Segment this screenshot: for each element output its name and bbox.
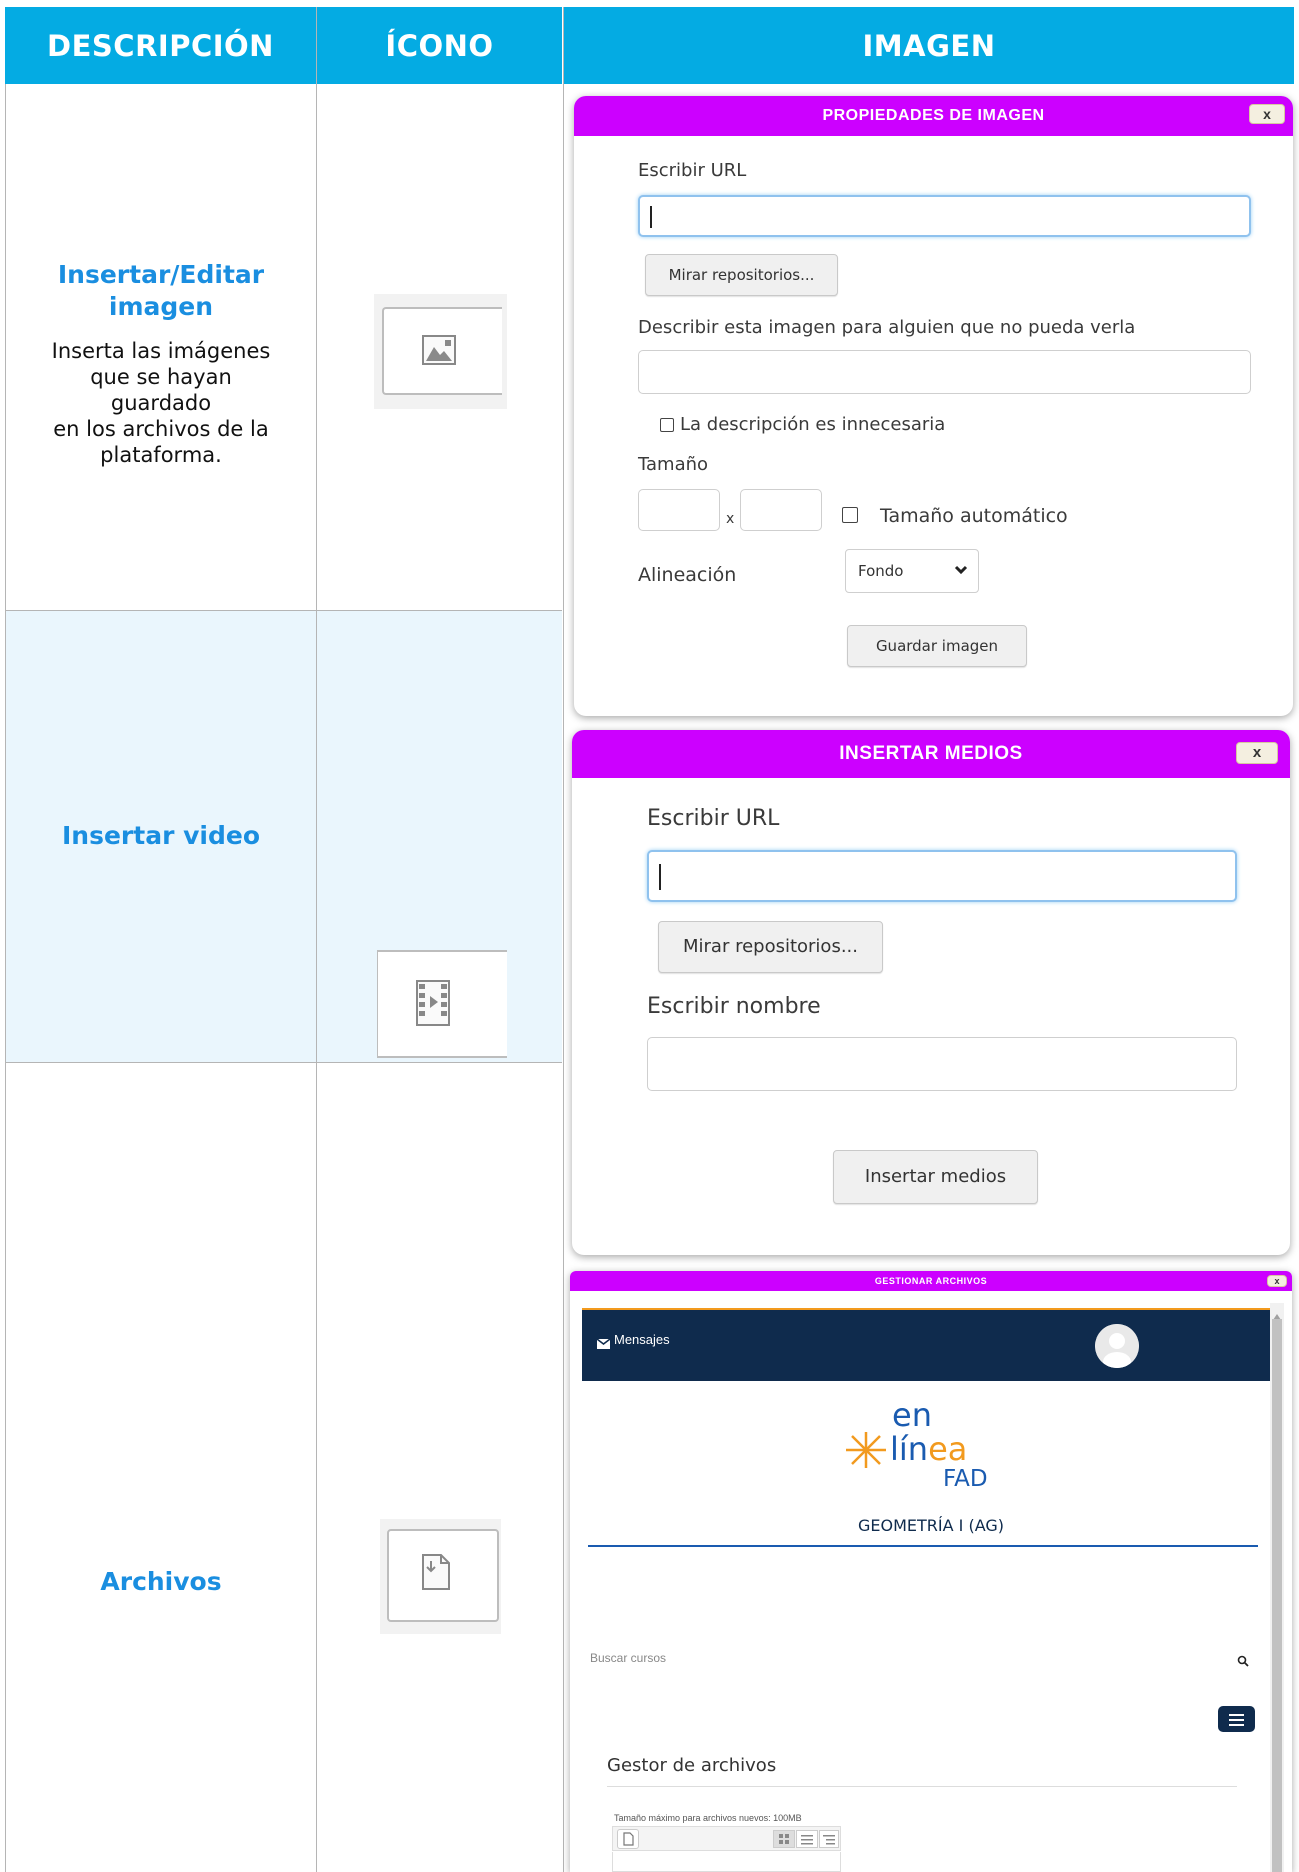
image-url-label: Escribir URL — [638, 160, 747, 181]
logo-linea-part2: ea — [928, 1430, 968, 1468]
alignment-label: Alineación — [638, 564, 737, 586]
files-dialog-title: GESTIONAR ARCHIVOS — [570, 1271, 1292, 1291]
image-icon-button[interactable] — [382, 307, 502, 395]
row-video-title: Insertar video — [61, 821, 260, 850]
view-icons-icon[interactable] — [773, 1830, 795, 1848]
enlinea-logo: en línea FAD — [840, 1396, 1020, 1506]
add-file-icon[interactable] — [617, 1829, 639, 1849]
media-browse-repositories-button[interactable]: Mirar repositorios... — [658, 921, 883, 973]
site-navbar: Mensajes — [582, 1310, 1270, 1381]
logo-linea-part1: lín — [890, 1430, 929, 1468]
file-icon-box — [380, 1519, 501, 1634]
menu-toggle-button[interactable] — [1218, 1706, 1255, 1732]
image-properties-dialog: PROPIEDADES DE IMAGEN x Escribir URL Mir… — [574, 96, 1293, 716]
image-icon — [422, 335, 456, 370]
header-descripcion: DESCRIPCIÓN — [5, 7, 316, 84]
row-image-description-line: Inserta las imágenes — [51, 339, 271, 363]
row-image-title: Insertar/Editar imagen — [5, 259, 317, 323]
insert-media-dialog: INSERTAR MEDIOS x Escribir URL Mirar rep… — [572, 730, 1290, 1255]
no-description-checkbox[interactable] — [660, 418, 674, 432]
avatar[interactable] — [1095, 1324, 1139, 1368]
media-name-input[interactable] — [647, 1037, 1237, 1091]
row-image-title-line2: imagen — [108, 292, 214, 321]
save-image-button[interactable]: Guardar imagen — [847, 625, 1027, 667]
scrollbar-thumb[interactable] — [1272, 1319, 1282, 1872]
alignment-select[interactable]: Fondo — [845, 549, 979, 593]
auto-size-label: Tamaño automático — [880, 505, 1068, 527]
view-tree-icon[interactable] — [819, 1830, 839, 1848]
logo-linea-text: línea — [890, 1430, 967, 1468]
row-image-title-line1: Insertar/Editar — [57, 260, 265, 289]
image-description-input[interactable] — [638, 350, 1251, 394]
image-dialog-close-button[interactable]: x — [1249, 104, 1285, 124]
video-icon-box — [377, 950, 507, 1058]
row-image-description: Inserta las imágenes que se hayan guarda… — [5, 338, 317, 468]
column-divider-2 — [563, 7, 564, 1872]
search-courses-input[interactable]: Buscar cursos — [590, 1651, 666, 1665]
envelope-icon — [596, 1336, 611, 1354]
course-name: GEOMETRÍA I (AG) — [857, 1516, 1004, 1535]
course-underline — [588, 1545, 1258, 1547]
header-icono: ÍCONO — [317, 7, 562, 84]
media-name-label: Escribir nombre — [647, 994, 821, 1019]
video-icon-button[interactable] — [377, 950, 507, 1058]
row-image-description-line: que se hayan guardado — [90, 365, 232, 415]
image-browse-repositories-button[interactable]: Mirar repositorios... — [645, 254, 838, 296]
image-height-input[interactable] — [740, 489, 822, 531]
media-url-label: Escribir URL — [647, 806, 780, 831]
row-divider-1 — [5, 610, 562, 611]
row-image-description-line: plataforma. — [100, 443, 222, 467]
file-icon-button[interactable] — [387, 1529, 499, 1622]
max-file-size: Tamaño máximo para archivos nuevos: 100M… — [614, 1813, 802, 1823]
image-dialog-title: PROPIEDADES DE IMAGEN — [574, 96, 1293, 136]
row-files-title: Archivos — [100, 1567, 222, 1596]
row-image-description-line: en los archivos de la — [53, 417, 269, 441]
image-url-input[interactable] — [638, 195, 1251, 237]
image-size-label: Tamaño — [638, 454, 709, 475]
text-caret — [650, 206, 652, 228]
video-icon — [416, 980, 450, 1031]
file-manager-toolbar — [612, 1826, 841, 1851]
alignment-select-value: Fondo — [858, 562, 904, 580]
chevron-down-icon — [954, 550, 968, 606]
text-caret — [659, 864, 661, 890]
insert-media-button[interactable]: Insertar medios — [833, 1150, 1038, 1204]
hamburger-icon — [1229, 1713, 1244, 1731]
row-divider-2 — [5, 1062, 562, 1063]
image-width-input[interactable] — [638, 489, 720, 531]
logo-fad-text: FAD — [943, 1466, 988, 1492]
view-list-icon[interactable] — [796, 1830, 818, 1848]
header-imagen: IMAGEN — [564, 7, 1294, 84]
size-separator: x — [726, 511, 735, 527]
file-manager-title: Gestor de archivos — [607, 1755, 777, 1776]
file-icon — [421, 1553, 451, 1596]
file-manager-divider — [607, 1786, 1237, 1787]
messages-link[interactable]: Mensajes — [614, 1332, 670, 1347]
media-url-input[interactable] — [647, 850, 1237, 902]
file-manager-area[interactable] — [612, 1852, 841, 1872]
files-dialog-scrollbar[interactable] — [1270, 1303, 1284, 1872]
image-describe-label: Describir esta imagen para alguien que n… — [638, 317, 1136, 338]
media-dialog-title: INSERTAR MEDIOS — [572, 730, 1290, 778]
logo-en-text: en — [892, 1396, 932, 1434]
manage-files-dialog: GESTIONAR ARCHIVOS x Mensajes en línea F… — [570, 1271, 1292, 1872]
logo-star-icon — [840, 1428, 892, 1477]
media-dialog-close-button[interactable]: x — [1236, 742, 1278, 764]
no-description-label: La descripción es innecesaria — [680, 414, 946, 435]
files-dialog-close-button[interactable]: x — [1267, 1275, 1287, 1287]
image-icon-box — [374, 294, 507, 409]
auto-size-checkbox[interactable] — [842, 507, 858, 523]
search-icon[interactable] — [1237, 1654, 1249, 1672]
